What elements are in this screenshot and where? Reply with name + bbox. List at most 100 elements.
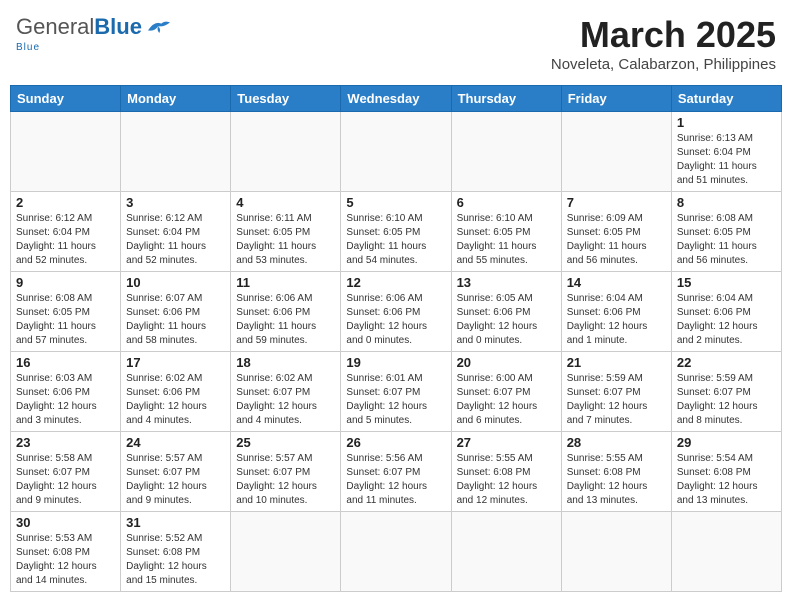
calendar-week-row: 30Sunrise: 5:53 AM Sunset: 6:08 PM Dayli… [11, 512, 782, 592]
cell-info: Sunrise: 6:06 AM Sunset: 6:06 PM Dayligh… [346, 292, 445, 348]
day-number: 25 [236, 435, 335, 450]
cell-info: Sunrise: 6:10 AM Sunset: 6:05 PM Dayligh… [346, 212, 445, 268]
cell-info: Sunrise: 6:12 AM Sunset: 6:04 PM Dayligh… [126, 212, 225, 268]
calendar-cell [231, 112, 341, 192]
weekday-header-thursday: Thursday [451, 86, 561, 112]
calendar-cell: 18 Sunrise: 6:02 AM Sunset: 6:07 PM Dayli… [231, 352, 341, 432]
day-number: 5 [346, 195, 445, 210]
calendar-cell: 5 Sunrise: 6:10 AM Sunset: 6:05 PM Daylig… [341, 192, 451, 272]
calendar-cell: 7Sunrise: 6:09 AM Sunset: 6:05 PM Daylig… [561, 192, 671, 272]
day-number: 13 [457, 275, 556, 290]
calendar-cell [341, 512, 451, 592]
calendar-cell [11, 112, 121, 192]
calendar-cell [671, 512, 781, 592]
location-subtitle: Noveleta, Calabarzon, Philippines [551, 56, 776, 73]
day-number: 2 [16, 195, 115, 210]
day-number: 10 [126, 275, 225, 290]
calendar-cell [121, 112, 231, 192]
weekday-header-friday: Friday [561, 86, 671, 112]
day-number: 23 [16, 435, 115, 450]
calendar-week-row: 23 Sunrise: 5:58 AM Sunset: 6:07 PM Dayli… [11, 432, 782, 512]
calendar-cell: 20Sunrise: 6:00 AM Sunset: 6:07 PM Dayli… [451, 352, 561, 432]
cell-info: Sunrise: 6:02 AM Sunset: 6:06 PM Dayligh… [126, 372, 225, 428]
day-number: 6 [457, 195, 556, 210]
calendar-cell: 22Sunrise: 5:59 AM Sunset: 6:07 PM Dayli… [671, 352, 781, 432]
calendar-cell: 19 Sunrise: 6:01 AM Sunset: 6:07 PM Dayli… [341, 352, 451, 432]
day-number: 27 [457, 435, 556, 450]
cell-info: Sunrise: 6:07 AM Sunset: 6:06 PM Dayligh… [126, 292, 225, 348]
calendar-cell: 24Sunrise: 5:57 AM Sunset: 6:07 PM Dayli… [121, 432, 231, 512]
cell-info: Sunrise: 6:04 AM Sunset: 6:06 PM Dayligh… [567, 292, 666, 348]
day-number: 29 [677, 435, 776, 450]
cell-info: Sunrise: 6:06 AM Sunset: 6:06 PM Dayligh… [236, 292, 335, 348]
cell-info: Sunrise: 5:58 AM Sunset: 6:07 PM Dayligh… [16, 452, 115, 508]
cell-info: Sunrise: 6:12 AM Sunset: 6:04 PM Dayligh… [16, 212, 115, 268]
month-title: March 2025 [551, 14, 776, 56]
logo: General Blue Blue [16, 14, 172, 53]
day-number: 16 [16, 355, 115, 370]
logo-general: General [16, 14, 94, 40]
calendar-cell [231, 512, 341, 592]
calendar-cell: 30Sunrise: 5:53 AM Sunset: 6:08 PM Dayli… [11, 512, 121, 592]
calendar-cell: 16 Sunrise: 6:03 AM Sunset: 6:06 PM Dayli… [11, 352, 121, 432]
calendar-cell: 1 Sunrise: 6:13 AM Sunset: 6:04 PM Daylig… [671, 112, 781, 192]
calendar-week-row: 2 Sunrise: 6:12 AM Sunset: 6:04 PM Daylig… [11, 192, 782, 272]
calendar-week-row: 9Sunrise: 6:08 AM Sunset: 6:05 PM Daylig… [11, 272, 782, 352]
calendar-cell [561, 112, 671, 192]
calendar-cell: 31Sunrise: 5:52 AM Sunset: 6:08 PM Dayli… [121, 512, 231, 592]
calendar-cell: 23 Sunrise: 5:58 AM Sunset: 6:07 PM Dayli… [11, 432, 121, 512]
logo-bird-icon [144, 17, 172, 37]
cell-info: Sunrise: 6:08 AM Sunset: 6:05 PM Dayligh… [16, 292, 115, 348]
calendar-week-row: 16 Sunrise: 6:03 AM Sunset: 6:06 PM Dayli… [11, 352, 782, 432]
cell-info: Sunrise: 6:04 AM Sunset: 6:06 PM Dayligh… [677, 292, 776, 348]
day-number: 14 [567, 275, 666, 290]
calendar-cell [561, 512, 671, 592]
cell-info: Sunrise: 5:59 AM Sunset: 6:07 PM Dayligh… [567, 372, 666, 428]
day-number: 19 [346, 355, 445, 370]
cell-info: Sunrise: 6:05 AM Sunset: 6:06 PM Dayligh… [457, 292, 556, 348]
weekday-header-tuesday: Tuesday [231, 86, 341, 112]
cell-info: Sunrise: 5:55 AM Sunset: 6:08 PM Dayligh… [457, 452, 556, 508]
day-number: 8 [677, 195, 776, 210]
day-number: 1 [677, 115, 776, 130]
cell-info: Sunrise: 6:13 AM Sunset: 6:04 PM Dayligh… [677, 132, 776, 188]
cell-info: Sunrise: 6:03 AM Sunset: 6:06 PM Dayligh… [16, 372, 115, 428]
calendar-cell: 25Sunrise: 5:57 AM Sunset: 6:07 PM Dayli… [231, 432, 341, 512]
day-number: 24 [126, 435, 225, 450]
logo-subtitle: Blue [16, 42, 40, 53]
day-number: 3 [126, 195, 225, 210]
weekday-header-sunday: Sunday [11, 86, 121, 112]
day-number: 7 [567, 195, 666, 210]
calendar-cell: 13 Sunrise: 6:05 AM Sunset: 6:06 PM Dayli… [451, 272, 561, 352]
cell-info: Sunrise: 5:59 AM Sunset: 6:07 PM Dayligh… [677, 372, 776, 428]
day-number: 15 [677, 275, 776, 290]
calendar-table: SundayMondayTuesdayWednesdayThursdayFrid… [10, 85, 782, 592]
day-number: 30 [16, 515, 115, 530]
cell-info: Sunrise: 6:00 AM Sunset: 6:07 PM Dayligh… [457, 372, 556, 428]
day-number: 31 [126, 515, 225, 530]
day-number: 18 [236, 355, 335, 370]
day-number: 11 [236, 275, 335, 290]
calendar-cell: 14 Sunrise: 6:04 AM Sunset: 6:06 PM Dayli… [561, 272, 671, 352]
cell-info: Sunrise: 6:10 AM Sunset: 6:05 PM Dayligh… [457, 212, 556, 268]
cell-info: Sunrise: 6:08 AM Sunset: 6:05 PM Dayligh… [677, 212, 776, 268]
logo-blue-text: Blue [94, 14, 142, 40]
weekday-header-wednesday: Wednesday [341, 86, 451, 112]
cell-info: Sunrise: 6:02 AM Sunset: 6:07 PM Dayligh… [236, 372, 335, 428]
calendar-cell: 11 Sunrise: 6:06 AM Sunset: 6:06 PM Dayli… [231, 272, 341, 352]
calendar-week-row: 1 Sunrise: 6:13 AM Sunset: 6:04 PM Daylig… [11, 112, 782, 192]
cell-info: Sunrise: 5:56 AM Sunset: 6:07 PM Dayligh… [346, 452, 445, 508]
calendar-cell: 8 Sunrise: 6:08 AM Sunset: 6:05 PM Daylig… [671, 192, 781, 272]
weekday-header-saturday: Saturday [671, 86, 781, 112]
calendar-cell: 17Sunrise: 6:02 AM Sunset: 6:06 PM Dayli… [121, 352, 231, 432]
calendar-cell: 10 Sunrise: 6:07 AM Sunset: 6:06 PM Dayli… [121, 272, 231, 352]
day-number: 26 [346, 435, 445, 450]
cell-info: Sunrise: 5:55 AM Sunset: 6:08 PM Dayligh… [567, 452, 666, 508]
weekday-header-row: SundayMondayTuesdayWednesdayThursdayFrid… [11, 86, 782, 112]
cell-info: Sunrise: 6:01 AM Sunset: 6:07 PM Dayligh… [346, 372, 445, 428]
calendar-cell: 4Sunrise: 6:11 AM Sunset: 6:05 PM Daylig… [231, 192, 341, 272]
calendar-cell: 9Sunrise: 6:08 AM Sunset: 6:05 PM Daylig… [11, 272, 121, 352]
calendar-cell: 21Sunrise: 5:59 AM Sunset: 6:07 PM Dayli… [561, 352, 671, 432]
calendar-cell: 27 Sunrise: 5:55 AM Sunset: 6:08 PM Dayli… [451, 432, 561, 512]
calendar-cell: 29Sunrise: 5:54 AM Sunset: 6:08 PM Dayli… [671, 432, 781, 512]
